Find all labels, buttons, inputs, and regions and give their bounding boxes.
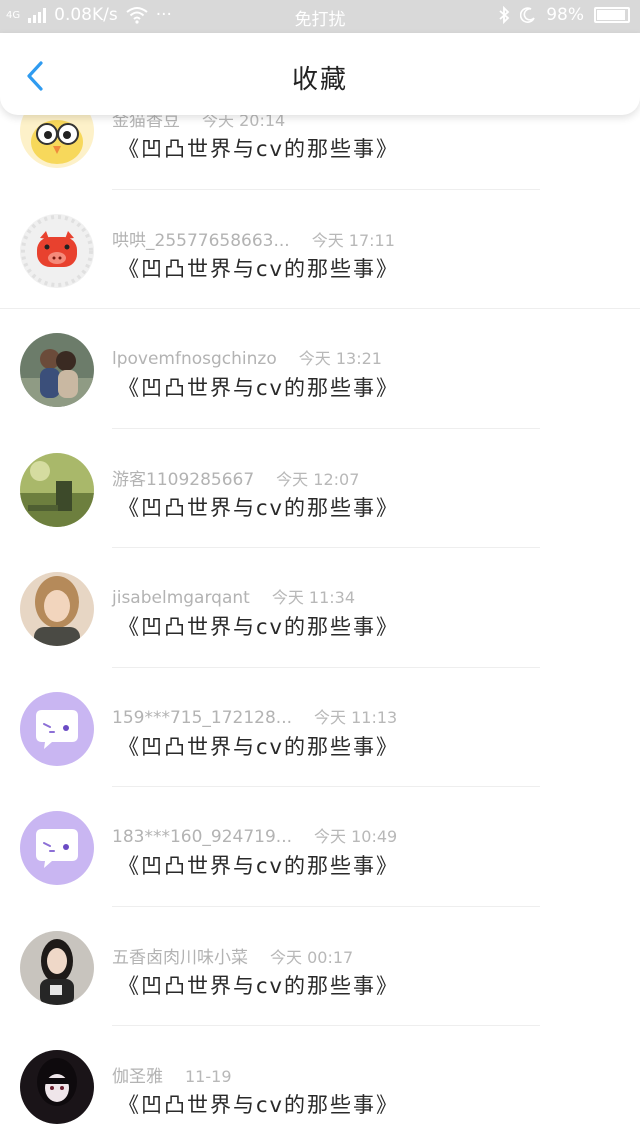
item-title[interactable]: 《凹凸世界与cv的那些事》 — [118, 372, 399, 402]
timestamp: 今天 13:21 — [298, 349, 382, 368]
item-title[interactable]: 《凹凸世界与cv的那些事》 — [118, 970, 399, 1000]
avatar[interactable] — [20, 333, 94, 407]
nav-header: 收藏 — [0, 33, 640, 115]
moon-icon — [520, 7, 535, 23]
item-title[interactable]: 《凹凸世界与cv的那些事》 — [118, 133, 399, 163]
list-item[interactable]: lpovemfnosgchinzo 今天 13:21 《凹凸世界与cv的那些事》 — [0, 309, 640, 429]
timestamp: 今天 11:13 — [314, 707, 398, 727]
avatar[interactable] — [20, 811, 94, 885]
username: 183***160_924719... — [112, 827, 293, 847]
page-title: 收藏 — [291, 65, 348, 95]
item-meta: 183***160_924719... 今天 10:49 — [112, 823, 397, 847]
battery-icon — [594, 7, 630, 23]
bluetooth-icon — [499, 6, 510, 24]
list-item[interactable]: 伽圣雅 11-19 《凹凸世界与cv的那些事》 — [0, 1026, 640, 1146]
avatar[interactable] — [20, 213, 94, 288]
status-bar: 4G 0.08K/s ··· 免打扰 98% — [0, 0, 640, 33]
list-item[interactable]: 五香卤肉川味小菜 今天 00:17 《凹凸世界与cv的那些事》 — [0, 907, 640, 1026]
timestamp: 今天 00:17 — [270, 947, 354, 967]
item-meta: jisabelmgarqant 今天 11:34 — [112, 584, 355, 608]
item-title[interactable]: 《凹凸世界与cv的那些事》 — [118, 850, 399, 880]
timestamp: 今天 17:11 — [311, 230, 395, 250]
battery-percent: 98% — [546, 5, 584, 25]
status-right: 98% — [498, 5, 630, 25]
timestamp: 今天 12:07 — [276, 469, 360, 489]
username: 游客1109285667 — [112, 469, 255, 490]
item-title[interactable]: 《凹凸世界与cv的那些事》 — [118, 253, 399, 283]
item-meta: 游客1109285667 今天 12:07 — [112, 465, 359, 490]
timestamp: 11-19 — [185, 1067, 232, 1086]
list-item[interactable]: 哄哄_25577658663... 今天 17:11 《凹凸世界与cv的那些事》 — [0, 190, 640, 309]
username: 159***715_172128... — [112, 707, 293, 728]
item-title[interactable]: 《凹凸世界与cv的那些事》 — [118, 1089, 399, 1119]
username: 伽圣雅 — [112, 1067, 163, 1087]
timestamp: 今天 10:49 — [314, 827, 398, 846]
username: 五香卤肉川味小菜 — [112, 947, 248, 968]
avatar[interactable] — [20, 1050, 94, 1124]
avatar[interactable] — [20, 930, 94, 1005]
username: lpovemfnosgchinzo — [112, 349, 277, 369]
avatar[interactable] — [20, 572, 94, 646]
list-item[interactable]: 183***160_924719... 今天 10:49 《凹凸世界与cv的那些… — [0, 787, 640, 907]
item-title[interactable]: 《凹凸世界与cv的那些事》 — [118, 611, 399, 641]
username: jisabelmgarqant — [112, 588, 250, 608]
item-meta: 159***715_172128... 今天 11:13 — [112, 704, 397, 728]
list-item[interactable]: 游客1109285667 今天 12:07 《凹凸世界与cv的那些事》 — [0, 429, 640, 548]
avatar[interactable] — [20, 691, 94, 766]
item-meta: 伽圣雅 11-19 — [112, 1062, 232, 1087]
list-item[interactable]: 159***715_172128... 今天 11:13 《凹凸世界与cv的那些… — [0, 668, 640, 787]
list-item[interactable]: jisabelmgarqant 今天 11:34 《凹凸世界与cv的那些事》 — [0, 548, 640, 668]
item-meta: 五香卤肉川味小菜 今天 00:17 — [112, 943, 353, 968]
username: 哄哄_25577658663... — [112, 230, 290, 251]
avatar[interactable] — [20, 452, 94, 527]
item-title[interactable]: 《凹凸世界与cv的那些事》 — [118, 731, 399, 761]
item-meta: 哄哄_25577658663... 今天 17:11 — [112, 226, 395, 251]
item-title[interactable]: 《凹凸世界与cv的那些事》 — [118, 492, 399, 522]
favorites-list: 金猫香豆 今天 20:14 《凹凸世界与cv的那些事》 哄哄_255776586… — [0, 70, 640, 1146]
item-meta: lpovemfnosgchinzo 今天 13:21 — [112, 345, 382, 369]
timestamp: 今天 11:34 — [271, 588, 356, 607]
